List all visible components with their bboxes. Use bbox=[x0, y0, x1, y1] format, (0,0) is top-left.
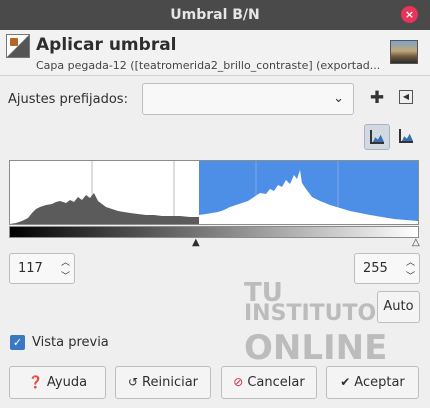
help-button[interactable]: ❓ Ayuda bbox=[9, 366, 106, 399]
reset-label: Reiniciar bbox=[142, 375, 199, 390]
linear-histogram-icon bbox=[370, 130, 384, 144]
watermark: TU INSTITUTO ONLINE bbox=[240, 278, 390, 370]
window-title: Umbral B/N bbox=[170, 7, 260, 23]
dialog-header: Aplicar umbral Capa pegada-12 ([teatrome… bbox=[0, 30, 430, 76]
help-icon: ❓ bbox=[27, 375, 43, 389]
help-label: Ayuda bbox=[46, 375, 88, 390]
decrement-icon[interactable]: ﹀ bbox=[406, 269, 415, 282]
threshold-dialog: Umbral B/N × Aplicar umbral Capa pegada-… bbox=[0, 0, 430, 408]
title-bar: Umbral B/N × bbox=[0, 0, 430, 30]
close-button[interactable]: × bbox=[401, 6, 418, 23]
preview-checkbox[interactable]: ✓ bbox=[10, 335, 25, 350]
reset-icon: ↺ bbox=[127, 375, 139, 389]
cancel-label: Cancelar bbox=[247, 375, 305, 390]
threshold-gradient-bar bbox=[9, 226, 419, 238]
cancel-button[interactable]: ⊘ Cancelar bbox=[221, 366, 317, 399]
low-threshold-marker[interactable]: ▲ bbox=[192, 238, 200, 248]
presets-combo[interactable]: ⌄ bbox=[142, 83, 354, 115]
linear-histogram-button[interactable] bbox=[364, 124, 390, 150]
increment-icon[interactable]: ︿ bbox=[406, 255, 415, 268]
reset-button[interactable]: ↺ Reiniciar bbox=[115, 366, 211, 399]
low-threshold-spinner[interactable]: 117 ︿ ﹀ bbox=[9, 253, 75, 284]
preset-menu-button[interactable]: ◀ bbox=[399, 90, 413, 104]
preview-label: Vista previa bbox=[32, 335, 109, 350]
watermark-line-3: ONLINE bbox=[244, 328, 388, 368]
histogram-view[interactable] bbox=[9, 160, 419, 225]
layer-subtitle: Capa pegada-12 ([teatromerida2_brillo_co… bbox=[36, 59, 381, 72]
ok-button[interactable]: ✔ Aceptar bbox=[326, 366, 419, 399]
low-threshold-value[interactable]: 117 bbox=[18, 261, 43, 276]
decrement-icon[interactable]: ﹀ bbox=[61, 269, 70, 282]
chevron-down-icon: ⌄ bbox=[333, 91, 344, 106]
add-preset-button[interactable]: ✚ bbox=[368, 89, 386, 107]
high-threshold-value[interactable]: 255 bbox=[363, 261, 388, 276]
ok-label: Aceptar bbox=[354, 375, 405, 390]
watermark-line-2: INSTITUTO bbox=[244, 301, 377, 326]
cancel-icon: ⊘ bbox=[233, 375, 244, 389]
threshold-tool-icon bbox=[6, 34, 30, 58]
dialog-title: Aplicar umbral bbox=[36, 35, 177, 55]
high-threshold-marker[interactable]: △ bbox=[412, 238, 420, 248]
layer-thumbnail bbox=[390, 40, 418, 64]
increment-icon[interactable]: ︿ bbox=[61, 255, 70, 268]
log-histogram-button[interactable] bbox=[394, 124, 420, 150]
presets-label: Ajustes prefijados: bbox=[8, 92, 128, 107]
log-histogram-icon bbox=[399, 129, 413, 143]
histogram-graph bbox=[10, 161, 418, 224]
histogram-dark-part bbox=[10, 193, 199, 224]
check-icon: ✔ bbox=[340, 375, 351, 389]
